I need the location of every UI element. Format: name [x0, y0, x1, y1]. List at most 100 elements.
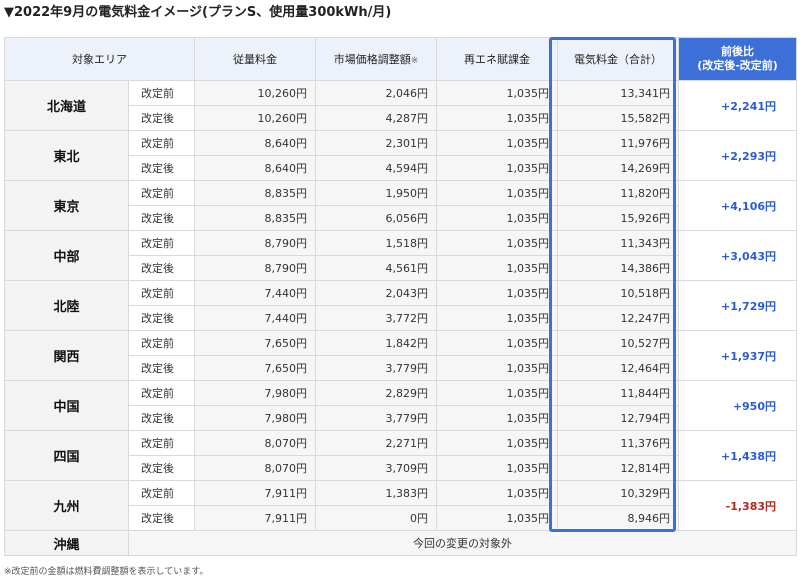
row-kind-before: 改定前	[128, 280, 195, 306]
cell-market: 0円	[315, 505, 437, 531]
cell-total: 11,376円	[557, 430, 679, 456]
row-kind-before: 改定前	[128, 80, 195, 106]
cell-market: 1,842円	[315, 330, 437, 356]
cell-renew: 1,035円	[436, 480, 558, 506]
cell-usage: 8,070円	[194, 430, 316, 456]
cell-total: 10,518円	[557, 280, 679, 306]
diff-value: -1,383円	[678, 480, 797, 531]
row-kind-after: 改定後	[128, 505, 195, 531]
row-kind-after: 改定後	[128, 155, 195, 181]
cell-usage: 8,835円	[194, 180, 316, 206]
cell-market: 2,043円	[315, 280, 437, 306]
table-row: 九州 改定前 7,911円 1,383円 1,035円 10,329円 -1,383円	[4, 480, 797, 531]
cell-total: 15,582円	[557, 105, 679, 131]
cell-usage: 7,650円	[194, 355, 316, 381]
cell-market: 3,772円	[315, 305, 437, 331]
table-row: 東京 改定前 8,835円 1,950円 1,035円 11,820円 +4,106円	[4, 180, 797, 231]
header-row: 対象エリア 従量料金 市場価格調整額※ 再エネ賦課金 電気料金（合計） 前後比(…	[4, 37, 797, 81]
area-name: 東京	[4, 180, 129, 231]
area-name: 北陸	[4, 280, 129, 331]
diff-value: +4,106円	[678, 180, 797, 231]
cell-renew: 1,035円	[436, 330, 558, 356]
row-kind-before: 改定前	[128, 230, 195, 256]
cell-renew: 1,035円	[436, 255, 558, 281]
note-mark: ※	[410, 56, 419, 66]
cell-renew: 1,035円	[436, 430, 558, 456]
header-market: 市場価格調整額※	[315, 37, 437, 81]
okinawa-note: 今回の変更の対象外	[128, 530, 797, 556]
area-name: 四国	[4, 430, 129, 481]
cell-total: 8,946円	[557, 505, 679, 531]
diff-value: +950円	[678, 380, 797, 431]
cell-total: 14,269円	[557, 155, 679, 181]
row-kind-after: 改定後	[128, 405, 195, 431]
cell-market: 2,829円	[315, 380, 437, 406]
row-kind-after: 改定後	[128, 105, 195, 131]
table-row: 四国 改定前 8,070円 2,271円 1,035円 11,376円 +1,438円	[4, 430, 797, 481]
cell-total: 10,527円	[557, 330, 679, 356]
cell-total: 12,464円	[557, 355, 679, 381]
cell-total: 15,926円	[557, 205, 679, 231]
cell-usage: 10,260円	[194, 105, 316, 131]
cell-renew: 1,035円	[436, 280, 558, 306]
area-name: 中国	[4, 380, 129, 431]
table-row: 北陸 改定前 7,440円 2,043円 1,035円 10,518円 +1,729円	[4, 280, 797, 331]
cell-renew: 1,035円	[436, 130, 558, 156]
cell-renew: 1,035円	[436, 505, 558, 531]
cell-market: 1,950円	[315, 180, 437, 206]
price-table-wrapper: 対象エリア 従量料金 市場価格調整額※ 再エネ賦課金 電気料金（合計） 前後比(…	[4, 37, 797, 558]
cell-market: 2,271円	[315, 430, 437, 456]
cell-renew: 1,035円	[436, 205, 558, 231]
diff-value: +1,438円	[678, 430, 797, 481]
cell-usage: 7,911円	[194, 480, 316, 506]
cell-usage: 7,650円	[194, 330, 316, 356]
cell-renew: 1,035円	[436, 155, 558, 181]
cell-total: 11,976円	[557, 130, 679, 156]
row-kind-after: 改定後	[128, 455, 195, 481]
table-row-okinawa: 沖縄 今回の変更の対象外	[4, 530, 797, 556]
cell-total: 12,814円	[557, 455, 679, 481]
cell-total: 11,844円	[557, 380, 679, 406]
cell-total: 11,820円	[557, 180, 679, 206]
cell-total: 10,329円	[557, 480, 679, 506]
cell-market: 1,383円	[315, 480, 437, 506]
row-kind-after: 改定後	[128, 205, 195, 231]
cell-usage: 7,980円	[194, 405, 316, 431]
cell-market: 3,779円	[315, 405, 437, 431]
cell-renew: 1,035円	[436, 80, 558, 106]
header-total: 電気料金（合計）	[557, 37, 679, 81]
header-usage: 従量料金	[194, 37, 316, 81]
row-kind-after: 改定後	[128, 305, 195, 331]
area-name: 東北	[4, 130, 129, 181]
footnote: ※改定前の金額は燃料費調整額を表示しています。	[4, 567, 209, 577]
cell-usage: 8,790円	[194, 230, 316, 256]
cell-usage: 8,640円	[194, 155, 316, 181]
cell-renew: 1,035円	[436, 230, 558, 256]
area-name: 関西	[4, 330, 129, 381]
page-title: ▼2022年9月の電気料金イメージ(プランS、使用量300kWh/月)	[4, 5, 392, 20]
table-row: 北海道 改定前 10,260円 2,046円 1,035円 13,341円 +2,241円	[4, 80, 797, 131]
cell-usage: 7,440円	[194, 305, 316, 331]
header-diff: 前後比 (改定後-改定前)	[678, 37, 797, 81]
cell-market: 3,709円	[315, 455, 437, 481]
row-kind-before: 改定前	[128, 180, 195, 206]
cell-market: 4,287円	[315, 105, 437, 131]
cell-total: 14,386円	[557, 255, 679, 281]
table-body: 北海道 改定前 10,260円 2,046円 1,035円 13,341円 +2,241円改…	[4, 80, 797, 556]
diff-value: +1,937円	[678, 330, 797, 381]
cell-market: 2,046円	[315, 80, 437, 106]
cell-usage: 7,440円	[194, 280, 316, 306]
cell-total: 12,794円	[557, 405, 679, 431]
row-kind-before: 改定前	[128, 130, 195, 156]
row-kind-before: 改定前	[128, 480, 195, 506]
electricity-price-table: 対象エリア 従量料金 市場価格調整額※ 再エネ賦課金 電気料金（合計） 前後比(…	[4, 37, 797, 556]
diff-value: +3,043円	[678, 230, 797, 281]
table-row: 関西 改定前 7,650円 1,842円 1,035円 10,527円 +1,937円	[4, 330, 797, 381]
cell-usage: 7,980円	[194, 380, 316, 406]
area-name: 中部	[4, 230, 129, 281]
cell-market: 1,518円	[315, 230, 437, 256]
row-kind-before: 改定前	[128, 430, 195, 456]
cell-market: 4,561円	[315, 255, 437, 281]
area-name: 北海道	[4, 80, 129, 131]
cell-usage: 10,260円	[194, 80, 316, 106]
